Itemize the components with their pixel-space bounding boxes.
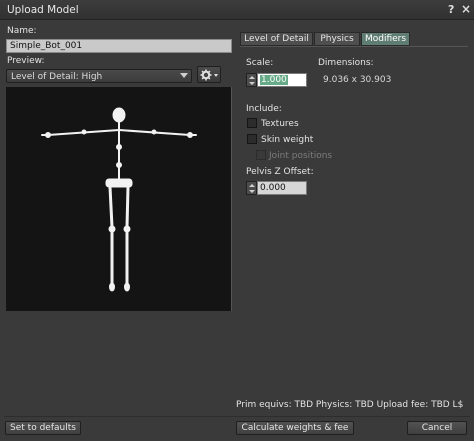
include-label: Include: bbox=[246, 104, 282, 114]
decrement-icon bbox=[249, 82, 255, 85]
scale-label: Scale: bbox=[246, 58, 274, 68]
model-preview-viewport[interactable] bbox=[6, 87, 232, 311]
preview-lod-selected: Level of Detail: High bbox=[11, 72, 103, 82]
preview-options-button[interactable] bbox=[197, 66, 221, 83]
increment-icon bbox=[249, 76, 255, 79]
joint-positions-label: Joint positions bbox=[269, 151, 333, 161]
textures-checkbox[interactable] bbox=[247, 118, 257, 128]
help-icon[interactable]: ? bbox=[448, 3, 454, 16]
name-input[interactable]: Simple_Bot_001 bbox=[6, 39, 232, 53]
set-to-defaults-button[interactable]: Set to defaults bbox=[5, 421, 81, 435]
preview-lod-dropdown[interactable]: Level of Detail: High bbox=[6, 69, 192, 83]
tab-level-of-detail[interactable]: Level of Detail bbox=[240, 32, 313, 46]
increment-icon bbox=[249, 184, 255, 187]
skeleton-model-preview bbox=[41, 107, 197, 292]
scale-field[interactable]: 1.000 bbox=[257, 73, 307, 87]
dimensions-label: Dimensions: bbox=[318, 58, 374, 68]
gear-icon bbox=[200, 69, 218, 81]
preview-label: Preview: bbox=[7, 56, 45, 66]
close-icon[interactable]: × bbox=[461, 2, 471, 16]
textures-label: Textures bbox=[261, 119, 299, 129]
calculate-weights-fee-button[interactable]: Calculate weights & fee bbox=[236, 421, 354, 435]
skin-weight-label: Skin weight bbox=[261, 135, 314, 145]
name-label: Name: bbox=[7, 26, 37, 36]
pelvis-offset-field[interactable]: 0.000 bbox=[257, 181, 307, 195]
skin-weight-checkbox[interactable] bbox=[247, 134, 257, 144]
decrement-icon bbox=[249, 190, 255, 193]
joint-positions-checkbox[interactable] bbox=[256, 150, 266, 160]
footer-divider bbox=[4, 416, 470, 417]
tab-modifiers[interactable]: Modifiers bbox=[361, 32, 410, 46]
tab-physics[interactable]: Physics bbox=[314, 32, 360, 46]
dimensions-value: 9.036 x 30.903 bbox=[323, 75, 392, 85]
scale-stepper[interactable] bbox=[246, 73, 257, 87]
tab-divider bbox=[240, 46, 468, 47]
title-bar: Upload Model ? × bbox=[0, 0, 474, 20]
pelvis-offset-label: Pelvis Z Offset: bbox=[246, 167, 314, 177]
window-title: Upload Model bbox=[7, 4, 79, 16]
pelvis-offset-stepper[interactable] bbox=[246, 181, 257, 195]
fee-summary: Prim equivs: TBD Physics: TBD Upload fee… bbox=[236, 400, 464, 410]
scale-value: 1.000 bbox=[260, 75, 288, 85]
cancel-button[interactable]: Cancel bbox=[407, 421, 467, 435]
chevron-down-icon bbox=[180, 73, 188, 78]
